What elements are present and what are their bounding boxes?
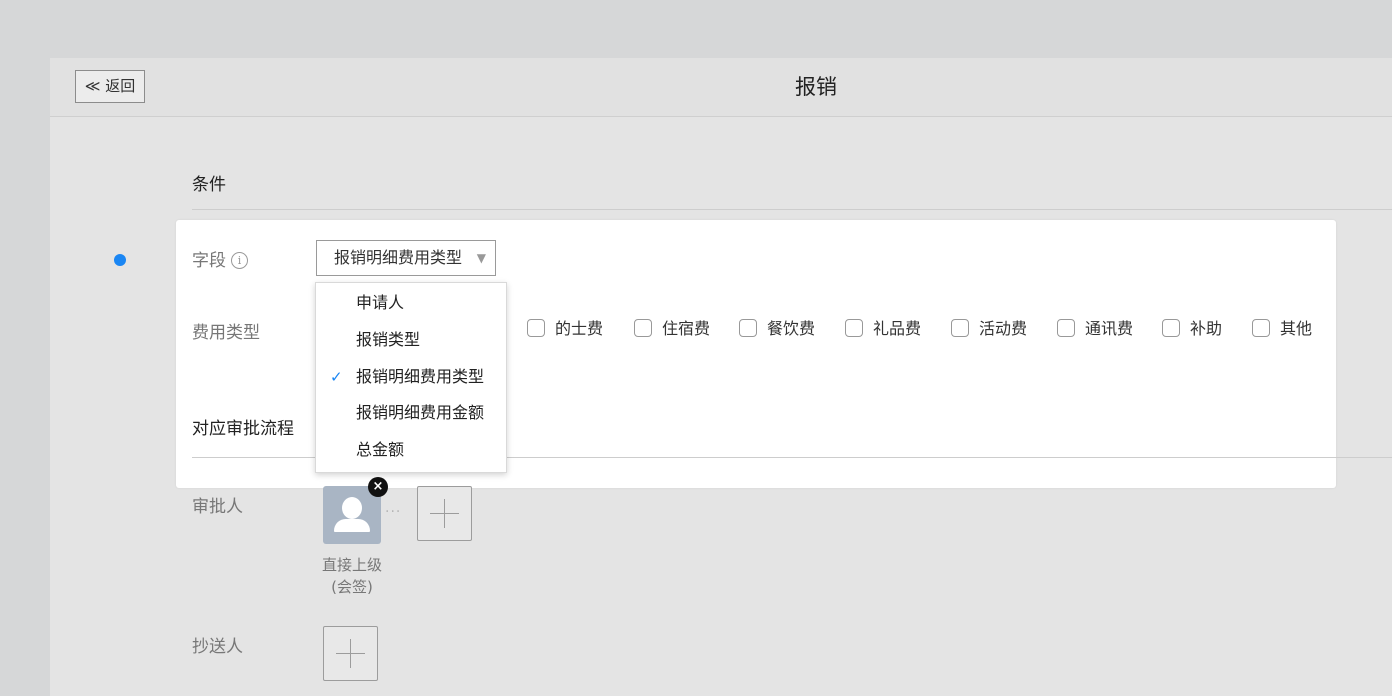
field-dropdown-menu: 申请人 报销类型 ✓ 报销明细费用类型 报销明细费用金额 总金额: [315, 282, 507, 473]
checkbox-label: 其他: [1280, 319, 1313, 338]
dropdown-option-detail-expense-amount[interactable]: 报销明细费用金额: [316, 395, 506, 431]
dropdown-option-detail-expense-type[interactable]: ✓ 报销明细费用类型: [316, 359, 506, 395]
approver-name: 直接上级 (会签): [308, 554, 396, 598]
field-select-value: 报销明细费用类型: [334, 248, 463, 267]
top-bar: ≪ 返回 报销: [50, 58, 1392, 117]
checkbox-box: [1162, 319, 1180, 337]
option-label: 报销明细费用金额: [356, 403, 485, 422]
info-icon[interactable]: i: [231, 252, 248, 269]
person-icon-body: [334, 519, 370, 532]
option-label: 总金额: [356, 440, 405, 459]
checkbox-allowance[interactable]: 补助: [1162, 317, 1222, 341]
checkbox-label: 补助: [1190, 319, 1223, 338]
checkbox-label: 活动费: [979, 319, 1028, 338]
add-cc-button[interactable]: [323, 626, 378, 681]
checkbox-box: [739, 319, 757, 337]
checkbox-telecom[interactable]: 通讯费: [1057, 317, 1133, 341]
approver-label: 审批人: [192, 497, 243, 517]
more-dots-icon: ···: [385, 504, 402, 520]
checkbox-label: 通讯费: [1085, 319, 1134, 338]
page-title: 报销: [795, 75, 837, 99]
option-label: 申请人: [356, 293, 405, 312]
checkbox-label: 住宿费: [662, 319, 711, 338]
approver-mode-text: (会签): [331, 578, 373, 596]
checkbox-lodging[interactable]: 住宿费: [634, 317, 710, 341]
checkbox-other[interactable]: 其他: [1252, 317, 1312, 341]
dropdown-option-reimbursement-type[interactable]: 报销类型: [316, 322, 506, 358]
field-label: 字段 i: [192, 246, 248, 271]
approval-flow-title: 对应审批流程: [192, 419, 294, 439]
field-label-text: 字段: [192, 251, 226, 271]
person-icon-head: [342, 497, 362, 519]
checkbox-box: [845, 319, 863, 337]
remove-approver-icon[interactable]: ×: [368, 477, 388, 497]
conditions-divider: [192, 209, 1392, 210]
checkbox-meals[interactable]: 餐饮费: [739, 317, 815, 341]
approver-name-text: 直接上级: [321, 556, 382, 574]
check-icon: ✓: [330, 368, 343, 386]
checkbox-taxi[interactable]: 的士费: [527, 317, 603, 341]
option-label: 报销类型: [356, 330, 421, 349]
dropdown-option-applicant[interactable]: 申请人: [316, 285, 506, 321]
chevron-down-icon: ▼: [476, 251, 486, 265]
checkbox-label: 礼品费: [873, 319, 922, 338]
dropdown-option-total-amount[interactable]: 总金额: [316, 432, 506, 468]
expense-type-label: 费用类型: [192, 323, 260, 343]
checkbox-box: [527, 319, 545, 337]
main-panel: ≪ 返回 报销 条件 字段 i 报销明细费用类型 ▼ 费用类型 的士费 住宿费 餐…: [50, 58, 1392, 696]
checkbox-label: 餐饮费: [767, 319, 816, 338]
checkbox-gifts[interactable]: 礼品费: [845, 317, 921, 341]
checkbox-box: [634, 319, 652, 337]
checkbox-box: [951, 319, 969, 337]
conditions-title: 条件: [192, 175, 226, 195]
checkbox-events[interactable]: 活动费: [951, 317, 1027, 341]
checkbox-box: [1252, 319, 1270, 337]
condition-bullet-icon: [114, 254, 126, 266]
option-label: 报销明细费用类型: [356, 367, 485, 386]
field-select[interactable]: 报销明细费用类型 ▼: [316, 240, 496, 276]
checkbox-label: 的士费: [555, 319, 604, 338]
checkbox-box: [1057, 319, 1075, 337]
cc-label: 抄送人: [192, 637, 243, 657]
add-approver-button[interactable]: [417, 486, 472, 541]
